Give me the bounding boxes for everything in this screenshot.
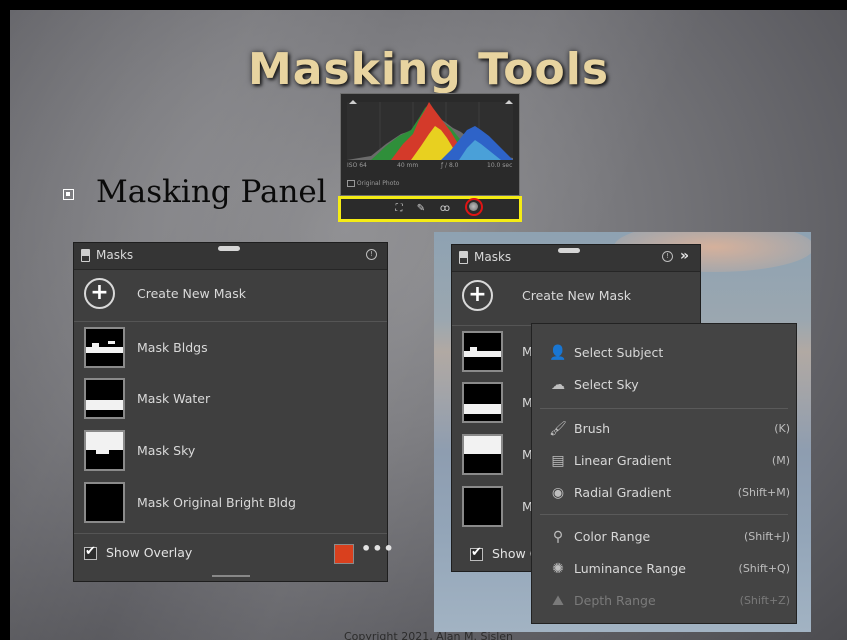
resize-grip[interactable]: [212, 575, 250, 577]
slide-title: Masking Tools: [247, 44, 610, 95]
more-options-icon[interactable]: •••: [361, 539, 395, 558]
luminance-range-icon: ✺: [552, 561, 564, 577]
mask-item[interactable]: Mask Bldgs: [74, 321, 387, 374]
menu-item-label: Depth Range: [574, 593, 656, 608]
brush-icon: 🖌: [549, 421, 567, 437]
menu-item-label: Brush: [574, 421, 611, 436]
mask-thumbnail: [84, 378, 125, 419]
healing-icon[interactable]: ✎: [415, 203, 427, 215]
show-overlay-row: Show Overlay •••: [74, 533, 394, 574]
create-new-mask-label: Create New Mask: [137, 286, 246, 301]
color-range-icon: ⚲: [552, 529, 564, 545]
menu-item-shortcut: (M): [771, 454, 790, 467]
menu-item-label: Luminance Range: [574, 561, 686, 576]
crop-icon[interactable]: ⛶: [393, 203, 405, 215]
menu-item-select-sky[interactable]: ☁ Select Sky: [532, 370, 796, 400]
drag-handle[interactable]: [558, 248, 580, 253]
mask-thumbnail: [462, 331, 503, 372]
shutter-label: 10.0 sec: [487, 162, 513, 169]
info-icon[interactable]: !: [662, 251, 673, 262]
mask-label: Mask Original Bright Bldg: [137, 495, 296, 510]
mask-thumbnail: [462, 486, 503, 527]
show-overlay-checkbox[interactable]: [470, 545, 483, 561]
menu-item-shortcut: (Shift+M): [737, 486, 790, 499]
mask-item[interactable]: Mask Original Bright Bldg: [74, 477, 387, 529]
mask-thumbnail: [462, 382, 503, 423]
menu-item-radial-gradient[interactable]: ◉ Radial Gradient (Shift+M): [532, 478, 796, 508]
focal-length-label: 40 mm: [397, 162, 419, 169]
panel-icon: [459, 251, 468, 264]
mask-label: Mask Sky: [137, 443, 196, 458]
menu-item-brush[interactable]: 🖌 Brush (K): [532, 414, 796, 444]
menu-item-shortcut: (K): [774, 422, 790, 435]
menu-item-shortcut: (Shift+Z): [739, 594, 790, 607]
panel-title: Masks: [474, 250, 512, 264]
menu-item-label: Color Range: [574, 529, 651, 544]
panel-header: Masks !: [74, 243, 387, 270]
mask-label: Mask Bldgs: [137, 340, 208, 355]
person-icon: 👤: [549, 345, 567, 361]
menu-item-luminance-range[interactable]: ✺ Luminance Range (Shift+Q): [532, 554, 796, 584]
menu-item-shortcut: (Shift+Q): [738, 562, 790, 575]
create-new-mask-label: Create New Mask: [522, 288, 631, 303]
menu-divider: [540, 514, 788, 515]
sky-icon: ☁: [551, 377, 565, 393]
menu-item-depth-range: ⛰ Depth Range (Shift+Z): [532, 586, 796, 616]
original-photo-label[interactable]: Original Photo: [347, 180, 399, 187]
show-overlay-label[interactable]: Show Overlay: [106, 545, 192, 560]
overlay-color-swatch[interactable]: [334, 544, 354, 564]
menu-item-select-subject[interactable]: 👤 Select Subject: [532, 338, 796, 368]
masks-panel-left: Masks ! + Create New Mask Mask Bldgs Mas…: [73, 242, 394, 582]
tool-strip: ⛶ ✎ ꝏ: [338, 196, 522, 222]
aperture-label: ƒ / 8.0: [441, 162, 459, 169]
bullet-text: Masking Panel: [96, 174, 327, 210]
panel-icon: [81, 249, 90, 262]
create-new-mask-button[interactable]: + Create New Mask: [74, 271, 387, 317]
menu-item-label: Select Subject: [574, 345, 664, 360]
red-eye-icon[interactable]: ꝏ: [439, 203, 451, 215]
checkbox-icon[interactable]: [347, 180, 355, 187]
show-overlay-checkbox[interactable]: [84, 544, 97, 560]
slide: Masking Tools Masking Panel ISO 64 40 mm…: [10, 10, 847, 640]
create-new-mask-button[interactable]: + Create New Mask: [452, 273, 700, 319]
menu-item-label: Select Sky: [574, 377, 639, 392]
mask-thumbnail: [462, 434, 503, 475]
expand-chevron-icon[interactable]: »: [680, 248, 689, 264]
drag-handle[interactable]: [218, 246, 240, 251]
copyright-text: Copyright 2021, Alan M. Sislen: [343, 630, 514, 640]
mask-label: Mask Water: [137, 391, 211, 406]
bullet-icon: [63, 189, 74, 200]
mask-thumbnail: [84, 327, 125, 368]
masking-icon[interactable]: [465, 198, 483, 216]
mask-item[interactable]: Mask Sky: [74, 425, 387, 477]
mask-thumbnail: [84, 430, 125, 471]
mask-item[interactable]: Mask Water: [74, 373, 387, 425]
menu-item-linear-gradient[interactable]: ▤ Linear Gradient (M): [532, 446, 796, 476]
create-mask-menu: 👤 Select Subject ☁ Select Sky 🖌 Brush (K…: [531, 323, 797, 624]
panel-title: Masks: [96, 248, 134, 262]
menu-item-label: Linear Gradient: [574, 453, 672, 468]
menu-divider: [540, 408, 788, 409]
plus-icon[interactable]: +: [84, 278, 115, 309]
histogram-panel: ISO 64 40 mm ƒ / 8.0 10.0 sec Original P…: [340, 93, 520, 196]
panel-header: Masks ! »: [452, 245, 700, 272]
menu-item-color-range[interactable]: ⚲ Color Range (Shift+J): [532, 522, 796, 552]
original-photo-text: Original Photo: [356, 180, 400, 187]
radial-gradient-icon: ◉: [551, 485, 565, 501]
menu-item-shortcut: (Shift+J): [743, 530, 790, 543]
mask-thumbnail: [84, 482, 125, 523]
iso-label: ISO 64: [347, 162, 367, 169]
plus-icon[interactable]: +: [462, 280, 493, 311]
menu-item-label: Radial Gradient: [574, 485, 671, 500]
depth-range-icon: ⛰: [552, 593, 564, 609]
info-icon[interactable]: !: [366, 249, 377, 260]
linear-gradient-icon: ▤: [551, 453, 565, 469]
